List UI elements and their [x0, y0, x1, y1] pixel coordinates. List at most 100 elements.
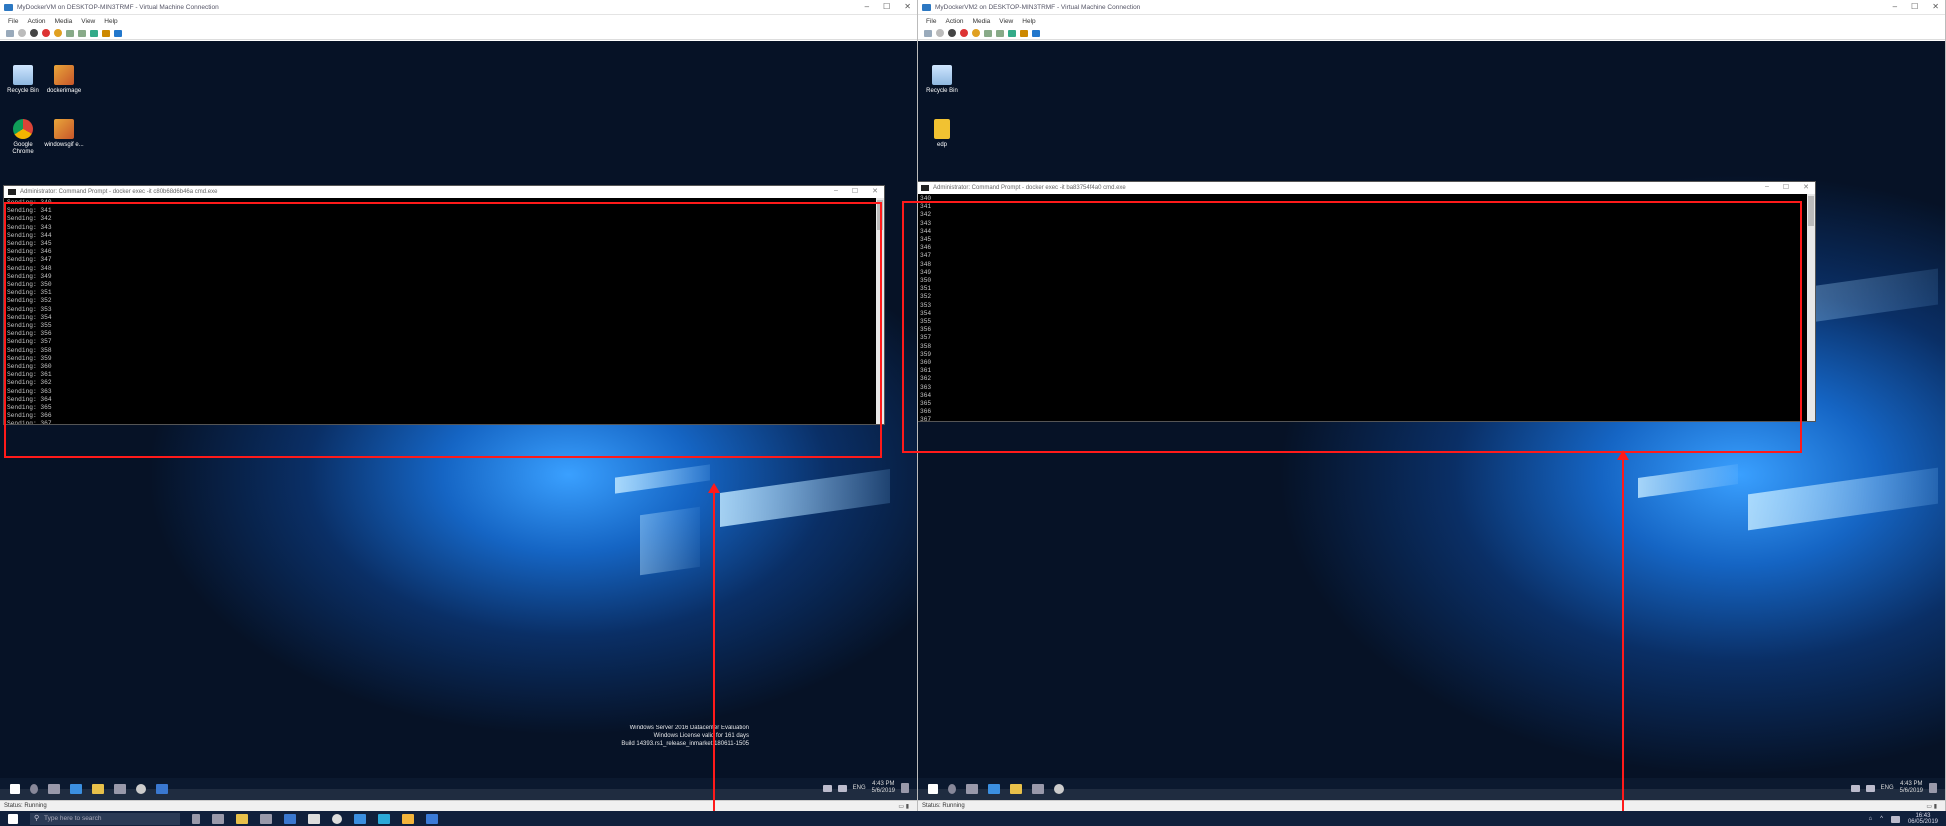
notification-icon[interactable]	[1929, 783, 1937, 793]
checkpoint-icon[interactable]	[1020, 29, 1028, 37]
task-view-icon[interactable]	[48, 784, 60, 794]
search-icon[interactable]	[30, 784, 38, 794]
menu-action[interactable]: Action	[945, 18, 963, 25]
minimize-icon[interactable]: –	[865, 2, 869, 11]
menu-file[interactable]: File	[926, 18, 936, 25]
resume-icon[interactable]	[996, 29, 1004, 37]
desktop-icon-dockerimage[interactable]: dockerimage	[44, 65, 84, 95]
task-view-icon[interactable]	[212, 813, 224, 824]
chrome-icon[interactable]	[332, 813, 342, 824]
cmd-titlebar[interactable]: Administrator: Command Prompt - docker e…	[4, 186, 884, 198]
tray-clock[interactable]: 4:43 PM 5/6/2019	[872, 781, 895, 795]
start-button-icon[interactable]	[928, 784, 938, 794]
enhanced-session-icon[interactable]	[1032, 29, 1040, 37]
shutdown-icon[interactable]	[960, 29, 968, 37]
close-icon[interactable]: ✕	[872, 187, 878, 195]
edge-icon[interactable]	[70, 784, 82, 794]
volume-icon[interactable]	[837, 784, 847, 792]
desktop-icon-chrome[interactable]: Google Chrome	[3, 119, 43, 156]
menu-help[interactable]: Help	[104, 18, 117, 25]
resume-icon[interactable]	[78, 29, 86, 37]
language-indicator[interactable]: ENG	[853, 785, 866, 792]
menu-view[interactable]: View	[81, 18, 95, 25]
host-clock[interactable]: 16:43 06/05/2019	[1908, 813, 1938, 825]
server-manager-icon[interactable]	[114, 784, 126, 794]
search-box[interactable]: Type here to search	[30, 812, 180, 825]
vm-icon	[922, 3, 931, 11]
search-icon[interactable]	[948, 784, 956, 794]
desktop-icon-recycle-bin[interactable]: Recycle Bin	[922, 65, 962, 95]
server-manager-icon[interactable]	[1032, 784, 1044, 794]
minimize-icon[interactable]: –	[1765, 183, 1769, 191]
photos-icon[interactable]	[402, 813, 414, 824]
cmd-window-controls: – ☐ ✕	[1765, 183, 1809, 191]
pause-icon[interactable]	[66, 29, 74, 37]
outlook-icon[interactable]	[284, 813, 296, 824]
maximize-icon[interactable]: ☐	[883, 2, 890, 11]
maximize-icon[interactable]: ☐	[1911, 2, 1918, 11]
menu-file[interactable]: File	[8, 18, 18, 25]
network-icon[interactable]	[1850, 784, 1860, 792]
vscode-icon[interactable]	[156, 784, 168, 794]
server-manager-icon[interactable]	[260, 813, 272, 824]
volume-icon[interactable]	[1865, 784, 1875, 792]
edge-icon[interactable]	[988, 784, 1000, 794]
desktop-icon-folder[interactable]: edp	[922, 119, 962, 149]
ctrl-alt-del-icon[interactable]	[6, 29, 14, 37]
settings-gear-icon[interactable]	[136, 784, 146, 794]
enhanced-session-icon[interactable]	[114, 29, 122, 37]
turn-off-icon[interactable]	[30, 29, 38, 37]
chevron-up-icon[interactable]: ^	[1880, 816, 1883, 822]
menu-media[interactable]: Media	[55, 18, 73, 25]
menu-view[interactable]: View	[999, 18, 1013, 25]
scroll-thumb[interactable]	[1808, 196, 1814, 226]
ctrl-alt-del-icon[interactable]	[924, 29, 932, 37]
start-icon[interactable]	[936, 29, 944, 37]
minimize-icon[interactable]: –	[834, 187, 838, 195]
shutdown-icon[interactable]	[42, 29, 50, 37]
desktop-icon-image[interactable]: windowsgif e...	[44, 119, 84, 149]
reset-icon[interactable]	[1008, 29, 1016, 37]
file-explorer-icon[interactable]	[92, 784, 104, 794]
save-icon[interactable]	[54, 29, 62, 37]
settings-gear-icon[interactable]	[1054, 784, 1064, 794]
vm-titlebar[interactable]: MyDockerVM on DESKTOP-MIN3TRMF - Virtual…	[0, 0, 917, 15]
start-icon[interactable]	[18, 29, 26, 37]
maximize-icon[interactable]: ☐	[852, 187, 858, 195]
file-explorer-icon[interactable]	[1010, 784, 1022, 794]
start-button-icon[interactable]	[8, 813, 18, 824]
tray-clock[interactable]: 4:43 PM 5/6/2019	[1900, 781, 1923, 795]
task-view-icon[interactable]	[966, 784, 978, 794]
close-icon[interactable]: ✕	[1803, 183, 1809, 191]
menu-media[interactable]: Media	[973, 18, 991, 25]
network-icon[interactable]	[822, 784, 832, 792]
hyperv-icon[interactable]	[426, 813, 438, 824]
vscode-icon[interactable]	[354, 813, 366, 824]
maximize-icon[interactable]: ☐	[1783, 183, 1789, 191]
close-icon[interactable]: ✕	[904, 2, 911, 11]
minimize-icon[interactable]: –	[1893, 2, 1897, 11]
desktop-icon-recycle-bin[interactable]: Recycle Bin	[3, 65, 43, 95]
store-icon[interactable]	[378, 813, 390, 824]
pause-icon[interactable]	[984, 29, 992, 37]
turn-off-icon[interactable]	[948, 29, 956, 37]
menu-bar: File Action Media View Help	[0, 15, 917, 27]
vm-titlebar[interactable]: MyDockerVM2 on DESKTOP-MIN3TRMF - Virtua…	[918, 0, 1945, 15]
file-explorer-icon[interactable]	[236, 813, 248, 824]
mail-icon[interactable]	[308, 813, 320, 824]
folder-icon	[934, 119, 950, 139]
close-icon[interactable]: ✕	[1932, 2, 1939, 11]
microphone-icon[interactable]	[192, 813, 200, 824]
language-indicator[interactable]: ENG	[1881, 785, 1894, 792]
people-icon[interactable]: ⌂	[1869, 816, 1873, 822]
save-icon[interactable]	[972, 29, 980, 37]
menu-action[interactable]: Action	[27, 18, 45, 25]
network-icon[interactable]	[1890, 815, 1900, 823]
menu-help[interactable]: Help	[1022, 18, 1035, 25]
start-button-icon[interactable]	[10, 784, 20, 794]
notification-icon[interactable]	[901, 783, 909, 793]
reset-icon[interactable]	[90, 29, 98, 37]
vertical-scrollbar[interactable]	[1807, 194, 1815, 421]
checkpoint-icon[interactable]	[102, 29, 110, 37]
cmd-titlebar[interactable]: Administrator: Command Prompt - docker e…	[918, 182, 1815, 194]
